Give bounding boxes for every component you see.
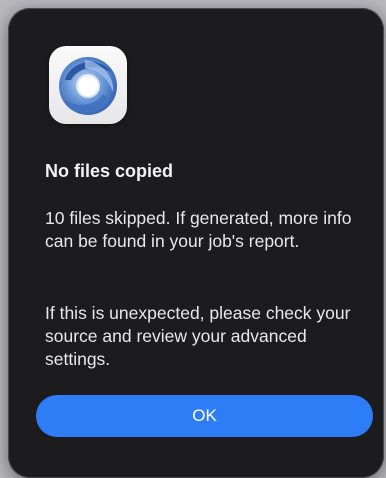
dialog-message-advice: If this is unexpected, please check your… [45,303,351,369]
alert-dialog: No files copied 10 files skipped. If gen… [8,8,384,478]
dialog-title: No files copied [45,161,174,181]
dialog-message-skipped: 10 files skipped. If generated, more inf… [45,208,352,251]
aperture-swirl-icon [59,57,117,115]
app-icon [49,46,127,124]
ok-button[interactable]: OK [36,395,373,437]
